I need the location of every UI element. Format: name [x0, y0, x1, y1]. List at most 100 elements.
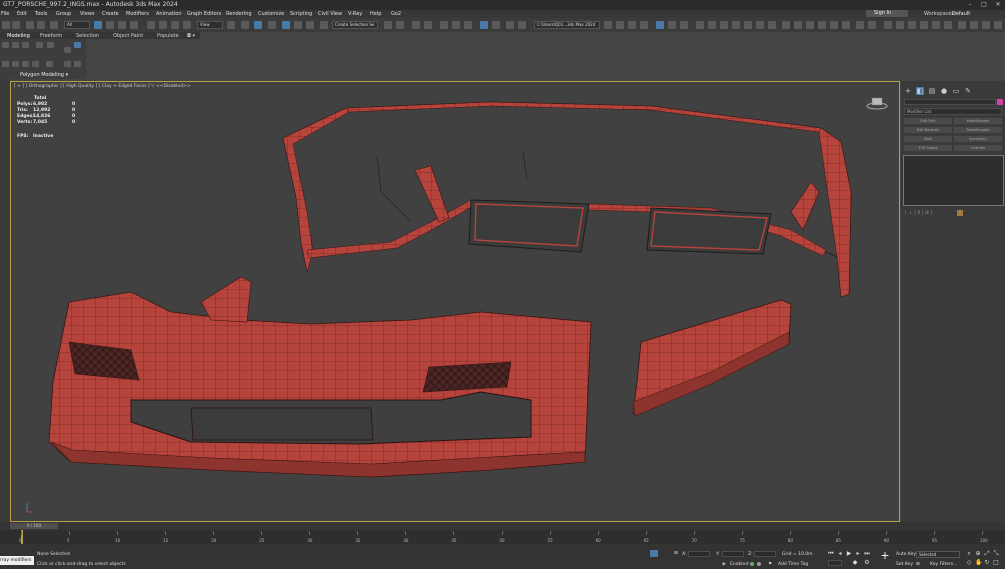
menu-civil-view[interactable]: Civil View [318, 11, 342, 17]
vray-light-icon[interactable] [668, 21, 676, 29]
ribbon-options-icon[interactable]: ◘ ▾ [187, 33, 195, 39]
current-frame-field[interactable] [828, 560, 842, 566]
texture-icon[interactable] [908, 21, 916, 29]
sign-in-button[interactable]: Sign In [866, 10, 908, 17]
material-editor-icon[interactable] [480, 21, 488, 29]
menu-vray[interactable]: V-Ray [348, 11, 362, 17]
tab-populate[interactable]: Populate [157, 33, 179, 39]
key-filters-button[interactable]: Key Filters... [930, 562, 957, 567]
cloud-icon[interactable] [794, 21, 802, 29]
y-coordinate-field[interactable] [722, 551, 744, 557]
select-manipulate-icon[interactable] [241, 21, 249, 29]
camera-icon[interactable] [982, 21, 990, 29]
move-icon[interactable] [147, 21, 155, 29]
sphere-render-icon[interactable] [970, 21, 978, 29]
modifier-btn[interactable]: TurboSmooth [954, 127, 1002, 133]
ribbon-btn-9-icon[interactable] [12, 61, 19, 67]
go-to-end-icon[interactable]: ⏭ [864, 551, 870, 557]
ribbon-btn-12-icon[interactable] [46, 61, 53, 67]
vray-proxy-icon[interactable] [720, 21, 728, 29]
menu-scripting[interactable]: Scripting [290, 11, 312, 17]
modifier-btn[interactable]: Shell [904, 136, 952, 142]
minimize-button[interactable]: – [963, 0, 977, 10]
menu-animation[interactable]: Animation [156, 11, 182, 17]
modifier-btn[interactable]: Edit Normals [904, 127, 952, 133]
display-tab-icon[interactable]: ▭ [952, 87, 960, 95]
absolute-mode-icon[interactable]: ⊞ [674, 551, 678, 556]
vray-frame-buffer-icon[interactable] [628, 21, 636, 29]
placement-icon[interactable] [183, 21, 191, 29]
close-button[interactable]: ✕ [991, 0, 1005, 10]
ribbon-btn-10-icon[interactable] [22, 61, 29, 67]
key-filters-icon[interactable]: ⊞ [916, 562, 920, 567]
modify-tab-icon[interactable]: ◧ [916, 87, 924, 95]
layer-explorer-icon[interactable] [424, 21, 432, 29]
ribbon-btn-13-icon[interactable] [64, 61, 71, 67]
sun-icon[interactable] [806, 21, 814, 29]
ribbon-btn-6-icon[interactable] [64, 47, 71, 53]
key-mode-icon[interactable]: ◆ [852, 560, 858, 566]
utilities-tab-icon[interactable]: ✎ [964, 87, 972, 95]
polygon-modeling-dropdown[interactable]: Polygon Modeling ▾ [20, 72, 68, 78]
more-tools-icon[interactable] [994, 21, 1002, 29]
pan-icon[interactable]: ✋ [975, 560, 982, 566]
lamp-icon[interactable] [830, 21, 838, 29]
ribbon-btn-1-icon[interactable] [2, 42, 9, 48]
ribbon-btn-3-icon[interactable] [22, 42, 29, 48]
vray-dome-icon[interactable] [696, 21, 704, 29]
menu-rendering[interactable]: Rendering [226, 11, 252, 17]
schematic-view-icon[interactable] [464, 21, 472, 29]
snaps-toggle-icon[interactable] [268, 21, 276, 29]
sphere-icon[interactable] [818, 21, 826, 29]
star-icon[interactable] [856, 21, 864, 29]
zoom-all-icon[interactable]: ⊕ [975, 551, 981, 557]
curve-editor-icon[interactable] [452, 21, 460, 29]
adaptive-degradation-icon[interactable]: ◈ [722, 562, 725, 567]
grid-icon[interactable] [932, 21, 940, 29]
toggle-ribbon-icon[interactable] [440, 21, 448, 29]
x-coordinate-field[interactable] [688, 551, 710, 557]
rotate-icon[interactable] [159, 21, 167, 29]
menu-customize[interactable]: Customize [258, 11, 284, 17]
vray-plane-icon[interactable] [744, 21, 752, 29]
render-setup-icon[interactable] [492, 21, 500, 29]
menu-go2[interactable]: Go2 [391, 11, 401, 17]
named-selection-set-select[interactable]: Create Selection Se [332, 21, 378, 29]
undo-icon[interactable] [2, 21, 10, 29]
object-color-swatch[interactable] [997, 99, 1003, 105]
perspective-viewport[interactable]: [ + ] [ Orthographic ] [ High Quality ] … [10, 81, 900, 522]
ribbon-btn-7-icon[interactable] [74, 42, 81, 48]
tab-object-paint[interactable]: Object Paint [113, 33, 143, 39]
pivot-center-icon[interactable] [227, 21, 235, 29]
auto-key-button[interactable]: Auto Key [896, 552, 916, 557]
rear-bumper-mesh[interactable] [282, 101, 852, 298]
menu-create[interactable]: Create [102, 11, 119, 17]
modifier-btn[interactable]: MeshSmooth [954, 118, 1002, 124]
ribbon-btn-8-icon[interactable] [2, 61, 9, 67]
scene-explorer-icon[interactable] [412, 21, 420, 29]
vray-ipr-icon[interactable] [640, 21, 648, 29]
light-icon[interactable] [782, 21, 790, 29]
window-crossing-icon[interactable] [130, 21, 138, 29]
rendered-frame-window-icon[interactable] [506, 21, 514, 29]
reference-coordinate-select[interactable]: View [197, 21, 223, 29]
gear-icon[interactable] [868, 21, 876, 29]
mirror-icon[interactable] [384, 21, 392, 29]
hierarchy-tab-icon[interactable]: ▤ [928, 87, 936, 95]
teapot-icon[interactable] [958, 21, 966, 29]
side-skirt-mesh[interactable] [632, 299, 792, 417]
time-config-icon[interactable]: ⚙ [864, 560, 870, 566]
keyboard-shortcut-override-icon[interactable] [254, 21, 262, 29]
configure-modifier-icon[interactable] [957, 210, 963, 216]
modifier-btn[interactable]: FFD Select [904, 145, 952, 151]
select-object-icon[interactable] [94, 21, 102, 29]
bulb-icon[interactable] [842, 21, 850, 29]
align-icon[interactable] [396, 21, 404, 29]
motion-tab-icon[interactable]: ● [940, 87, 948, 95]
time-slider-thumb[interactable]: 0 / 100 [10, 523, 58, 529]
ribbon-btn-11-icon[interactable] [32, 61, 39, 67]
ribbon-btn-14-icon[interactable] [74, 61, 81, 67]
create-tab-icon[interactable]: + [904, 87, 912, 95]
edit-named-selection-icon[interactable] [320, 21, 328, 29]
modifier-btn[interactable]: Chamfer [954, 145, 1002, 151]
